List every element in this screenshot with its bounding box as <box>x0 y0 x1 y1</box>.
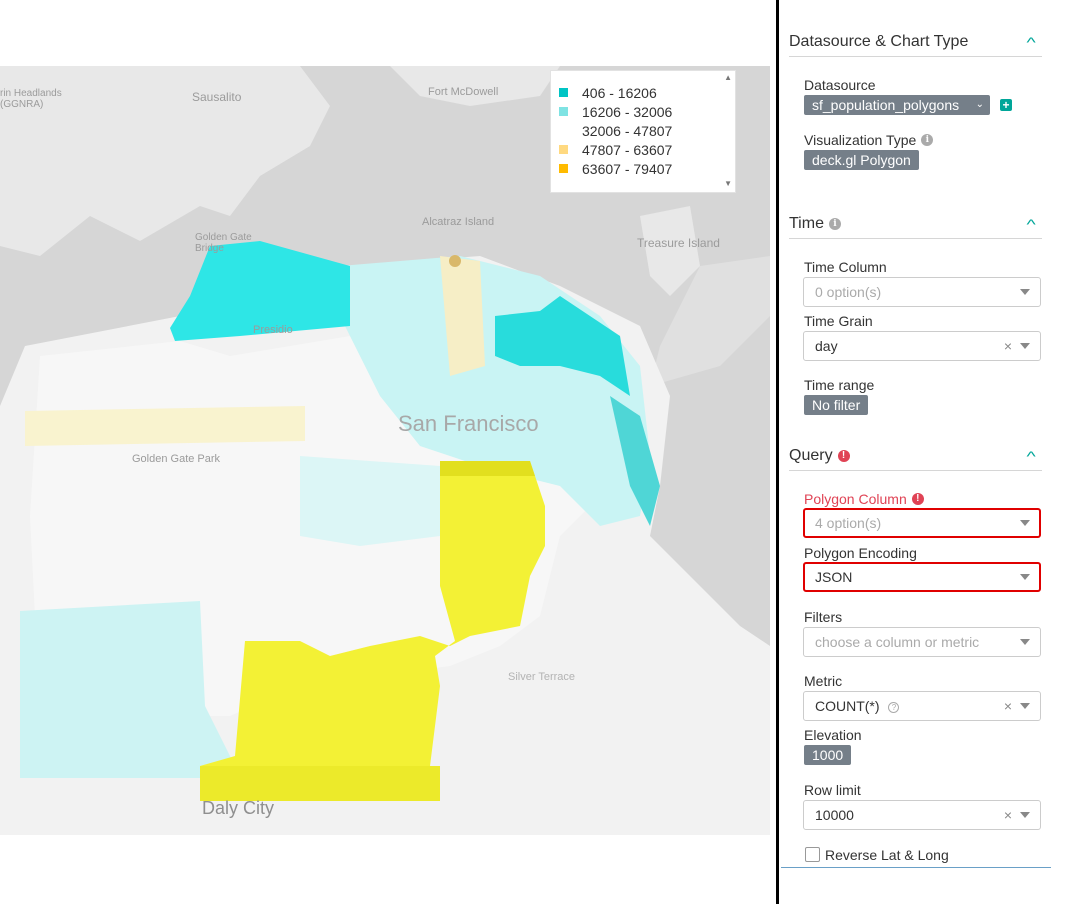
reverse-lat-long-checkbox[interactable] <box>805 847 820 862</box>
map-label-silver-terrace: Silver Terrace <box>508 671 576 683</box>
map-label-golden-gate-bridge: Golden Gate Bridge <box>195 232 252 254</box>
metric-label: Metric <box>804 673 843 689</box>
legend-swatch <box>559 164 568 173</box>
datasource-select[interactable]: sf_population_polygons ⌄ <box>804 95 990 115</box>
map-label-sausalito: Sausalito <box>192 90 242 104</box>
map-label-treasure-island: Treasure Island <box>637 236 720 250</box>
datasource-label: Datasource <box>804 77 876 93</box>
time-column-placeholder: 0 option(s) <box>815 284 882 300</box>
orange-marker <box>449 255 461 267</box>
question-icon[interactable]: ? <box>888 702 900 713</box>
legend-item: 16206 - 32006 <box>559 102 672 121</box>
clear-icon[interactable]: × <box>1004 692 1012 720</box>
caret-down-icon <box>1020 520 1030 526</box>
row-limit-value: 10000 <box>815 807 854 823</box>
map-label-headlands: rin Headlands (GGNRA) <box>0 88 62 110</box>
polygon-column-label: Polygon Column ! <box>804 491 924 507</box>
filters-select[interactable]: choose a column or metric <box>803 627 1041 657</box>
viz-type-label-text: Visualization Type <box>804 132 917 148</box>
section-header-query[interactable]: Query ! ^ <box>789 441 1042 471</box>
legend-label: 16206 - 32006 <box>582 103 673 120</box>
polygon-column-select[interactable]: 4 option(s) <box>803 508 1041 538</box>
filters-label: Filters <box>804 609 843 625</box>
add-datasource-button[interactable]: + <box>1000 99 1012 111</box>
polygon-encoding-select[interactable]: JSON <box>803 562 1041 592</box>
caret-down-icon <box>1020 343 1030 349</box>
time-column-label: Time Column <box>804 259 887 275</box>
legend-label: 63607 - 79407 <box>582 160 673 177</box>
map-label-presidio: Presidio <box>253 324 293 336</box>
map-label-san-francisco: San Francisco <box>398 411 539 436</box>
legend-swatch <box>559 88 568 97</box>
row-limit-label: Row limit <box>804 782 861 798</box>
section-title: Time i <box>789 215 841 233</box>
info-icon[interactable]: i <box>828 217 841 230</box>
cyan-central <box>300 456 440 546</box>
legend-swatch <box>559 126 568 135</box>
yellow-edge <box>200 766 440 801</box>
chevron-up-icon[interactable]: ^ <box>1027 448 1045 464</box>
viz-type-button[interactable]: deck.gl Polygon <box>804 150 919 170</box>
clear-icon[interactable]: × <box>1004 332 1012 360</box>
caret-down-icon <box>1020 703 1030 709</box>
metric-value: COUNT(*) <box>815 698 880 714</box>
caret-down-icon <box>1020 639 1030 645</box>
polygon-column-placeholder: 4 option(s) <box>815 515 882 531</box>
legend-label: 47807 - 63607 <box>582 141 673 158</box>
caret-down-icon <box>1020 812 1030 818</box>
row-limit-select[interactable]: 10000 × <box>803 800 1041 830</box>
chevron-down-icon: ⌄ <box>975 99 984 110</box>
error-icon[interactable]: ! <box>911 493 924 505</box>
control-panel: Datasource & Chart Type ^ Datasource sf_… <box>779 0 1067 904</box>
section-title-text: Time <box>789 214 824 232</box>
legend-label: 406 - 16206 <box>582 84 657 101</box>
scroll-down-icon[interactable]: ▼ <box>724 179 732 188</box>
reverse-lat-long-label: Reverse Lat & Long <box>825 847 949 863</box>
legend-item: 47807 - 63607 <box>559 140 672 159</box>
legend-item: 32006 - 47807 <box>559 121 672 140</box>
section-header-datasource[interactable]: Datasource & Chart Type ^ <box>789 27 1042 57</box>
map-label-daly-city: Daly City <box>202 798 275 818</box>
map-label-fort-mcdowell: Fort McDowell <box>428 86 499 98</box>
caret-down-icon <box>1020 574 1030 580</box>
section-header-time[interactable]: Time i ^ <box>789 209 1042 239</box>
time-grain-label: Time Grain <box>804 313 873 329</box>
time-range-label: Time range <box>804 377 875 393</box>
time-column-select[interactable]: 0 option(s) <box>803 277 1041 307</box>
elevation-button[interactable]: 1000 <box>804 745 852 765</box>
filters-placeholder: choose a column or metric <box>815 634 980 650</box>
legend-label: 32006 - 47807 <box>582 122 673 139</box>
time-range-button[interactable]: No filter <box>804 395 869 415</box>
color-legend[interactable]: 406 - 16206 16206 - 32006 32006 - 47807 … <box>550 70 736 193</box>
scroll-up-icon[interactable]: ▲ <box>724 73 732 82</box>
chevron-up-icon[interactable]: ^ <box>1027 34 1045 50</box>
legend-item: 63607 - 79407 <box>559 159 672 178</box>
map-label-golden-gate-park: Golden Gate Park <box>132 453 221 465</box>
datasource-value: sf_population_polygons <box>812 97 960 113</box>
metric-select[interactable]: COUNT(*) ? × <box>803 691 1041 721</box>
info-icon[interactable]: i <box>921 134 934 146</box>
section-title: Datasource & Chart Type <box>789 32 969 50</box>
polygon-encoding-value: JSON <box>815 569 853 585</box>
map-label-alcatraz: Alcatraz Island <box>422 216 495 228</box>
error-icon[interactable]: ! <box>837 449 850 462</box>
yellow-top-edge <box>440 461 535 476</box>
elevation-label: Elevation <box>804 727 862 743</box>
time-grain-select[interactable]: day × <box>803 331 1041 361</box>
legend-swatch <box>559 107 568 116</box>
yellow-pale-band <box>25 406 305 446</box>
legend-item: 406 - 16206 <box>559 83 657 102</box>
panel-bottom-border <box>781 867 1051 868</box>
polygon-column-label-text: Polygon Column <box>804 491 907 507</box>
viz-type-label: Visualization Type i <box>804 132 934 148</box>
legend-swatch <box>559 145 568 154</box>
clear-icon[interactable]: × <box>1004 801 1012 829</box>
time-grain-value: day <box>815 338 838 354</box>
caret-down-icon <box>1020 289 1030 295</box>
section-title-text: Query <box>789 446 833 464</box>
section-title: Query ! <box>789 447 850 465</box>
polygon-encoding-label: Polygon Encoding <box>804 545 917 561</box>
chevron-up-icon[interactable]: ^ <box>1027 216 1045 232</box>
